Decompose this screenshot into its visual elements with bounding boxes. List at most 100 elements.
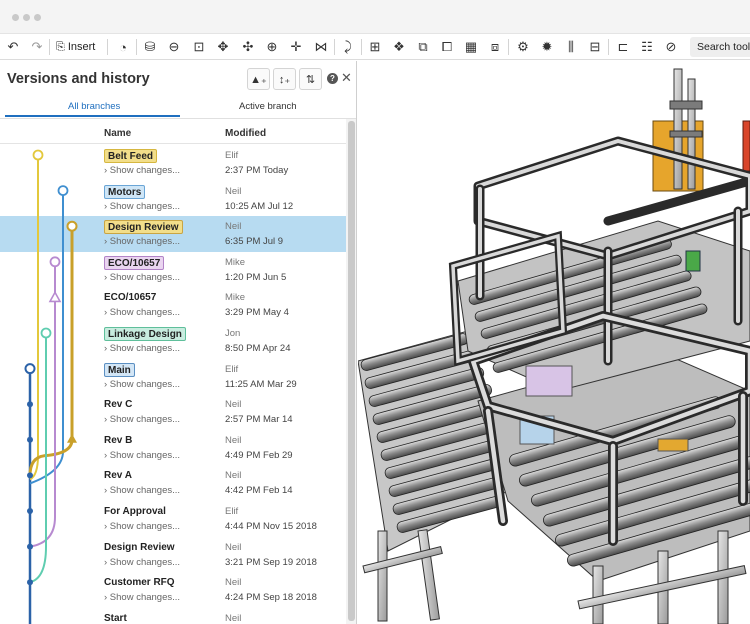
history-icon[interactable]: ◔ [114, 38, 132, 56]
version-author: Neil [225, 541, 242, 553]
version-date: 1:20 PM Jun 5 [225, 271, 287, 283]
insert-label: Insert [67, 41, 96, 53]
gear-icon[interactable]: ⚙ [514, 38, 532, 56]
tab-active-branch[interactable]: Active branch [239, 101, 297, 112]
compare-button[interactable]: ⇅ [299, 68, 322, 90]
linear-relation-icon[interactable]: ⤸ [339, 38, 357, 56]
pin-slot-mate-icon[interactable]: ⊕ [263, 38, 281, 56]
show-changes-link[interactable]: › Show changes... [104, 343, 180, 354]
version-node-design-review [66, 220, 78, 232]
3d-viewport[interactable] [358, 61, 750, 624]
toolbar-divider [361, 39, 362, 55]
version-name[interactable]: ECO/10657 [104, 291, 156, 305]
version-author: Neil [225, 434, 242, 446]
show-changes-link[interactable]: › Show changes... [104, 379, 180, 390]
toolbar-divider [49, 39, 50, 55]
mate-connector-icon[interactable]: ⊞ [366, 38, 384, 56]
red-panel[interactable] [742, 120, 750, 172]
version-name[interactable]: Rev C [104, 398, 132, 412]
version-date: 4:44 PM Nov 15 2018 [225, 521, 317, 532]
section-view-icon[interactable]: ⊘ [662, 38, 680, 56]
version-node-eco [49, 256, 61, 268]
create-version-icon: ▲₊ [250, 73, 267, 86]
version-date: 10:25 AM Jul 12 [225, 200, 294, 212]
version-author: Elif [225, 363, 239, 375]
show-changes-link[interactable]: › Show changes... [104, 521, 180, 532]
help-icon[interactable]: ? [327, 73, 338, 84]
show-changes-link[interactable]: › Show changes... [104, 272, 180, 283]
cylinder-icon[interactable]: ⛁ [141, 38, 159, 56]
version-name[interactable]: Rev A [104, 469, 132, 483]
bill-of-materials-icon[interactable]: ☷ [638, 38, 656, 56]
fasteners-icon[interactable]: ⫼ [562, 38, 580, 56]
version-name[interactable]: Linkage Design [104, 327, 186, 341]
version-name[interactable]: Start [104, 612, 127, 624]
window-dot-icon[interactable] [23, 14, 30, 21]
branch-line-eco [29, 261, 56, 548]
toolbar-divider [508, 39, 509, 55]
close-icon[interactable]: ✕ [341, 70, 352, 86]
version-node-rev [27, 436, 33, 443]
show-changes-link[interactable]: › Show changes... [104, 450, 180, 461]
redo-icon[interactable]: ↷ [28, 38, 46, 56]
version-node-main [24, 363, 36, 375]
window-dot-icon[interactable] [12, 14, 19, 21]
version-date: 6:35 PM Jul 9 [225, 236, 284, 248]
show-changes-link[interactable]: › Show changes... [104, 414, 180, 425]
show-changes-link[interactable]: › Show changes... [104, 485, 180, 496]
show-changes-link[interactable]: › Show changes... [104, 557, 180, 568]
version-name[interactable]: Main [104, 362, 135, 377]
version-name[interactable]: Belt Feed [104, 149, 158, 163]
version-name[interactable]: Design Review [104, 220, 183, 235]
group-icon[interactable]: ❖ [390, 38, 408, 56]
search-tools-input[interactable]: Search tools [690, 37, 750, 57]
replicate-icon[interactable]: ⧉ [414, 38, 432, 56]
version-name[interactable]: Motors [104, 184, 146, 199]
measure-icon[interactable]: ⊏ [614, 38, 632, 56]
green-component[interactable] [685, 250, 701, 272]
branch-button[interactable]: ↕₊ [273, 68, 296, 90]
compare-icon: ⇅ [305, 73, 316, 86]
column-header-name[interactable]: Name [104, 128, 131, 139]
explode-icon[interactable]: ⧈ [486, 38, 504, 56]
cylindrical-mate-icon[interactable]: ✣ [239, 38, 257, 56]
purple-component[interactable] [525, 365, 573, 397]
show-changes-link[interactable]: › Show changes... [104, 165, 180, 176]
version-author: Neil [225, 399, 242, 411]
orange-component[interactable] [657, 438, 689, 452]
toolbar-divider [334, 39, 335, 55]
version-date: 4:24 PM Sep 18 2018 [225, 592, 317, 604]
grid-icon[interactable]: ▦ [462, 38, 480, 56]
show-changes-link[interactable]: › Show changes... [104, 201, 180, 212]
version-name[interactable]: ECO/10657 [104, 255, 165, 270]
toolbar-divider [608, 39, 609, 55]
branch-graph [24, 149, 78, 624]
undo-icon[interactable]: ↶ [4, 38, 22, 56]
create-version-button[interactable]: ▲₊ [247, 68, 270, 90]
assembly-model-view[interactable] [358, 61, 750, 624]
column-header-modified[interactable]: Modified [225, 128, 266, 139]
slider-mate-icon[interactable]: ⊡ [190, 38, 208, 56]
main-toolbar: ↶ ↷ ⎘ Insert ◔ ⛁ ⊖ ⊡ ✥ ✣ ⊕ ✛ ⋈ ⤸ ⊞ ❖ ⧉ ⧠… [0, 34, 750, 60]
version-name[interactable]: Customer RFQ [104, 576, 175, 590]
parallel-mate-icon[interactable]: ⋈ [312, 38, 330, 56]
show-changes-link[interactable]: › Show changes... [104, 307, 180, 318]
version-author: Mike [225, 292, 246, 304]
lower-conveyor[interactable] [358, 330, 513, 622]
version-name[interactable]: Rev B [104, 434, 132, 448]
version-node-history [27, 579, 33, 586]
ball-mate-icon[interactable]: ✛ [287, 38, 305, 56]
gear-settings-icon[interactable]: ✹ [538, 38, 556, 56]
show-changes-link[interactable]: › Show changes... [104, 236, 180, 247]
insert-button[interactable]: ⎘ Insert [56, 38, 95, 56]
version-date: 4:49 PM Feb 29 [225, 449, 293, 461]
planar-mate-icon[interactable]: ✥ [214, 38, 232, 56]
version-name[interactable]: Design Review [104, 541, 175, 555]
scrollbar-thumb[interactable] [348, 121, 355, 621]
frame-icon[interactable]: ⊟ [586, 38, 604, 56]
version-name[interactable]: For Approval [104, 505, 166, 519]
show-changes-link[interactable]: › Show changes... [104, 592, 180, 603]
pattern-icon[interactable]: ⧠ [438, 38, 456, 56]
window-dot-icon[interactable] [34, 14, 41, 21]
revolute-mate-icon[interactable]: ⊖ [165, 38, 183, 56]
